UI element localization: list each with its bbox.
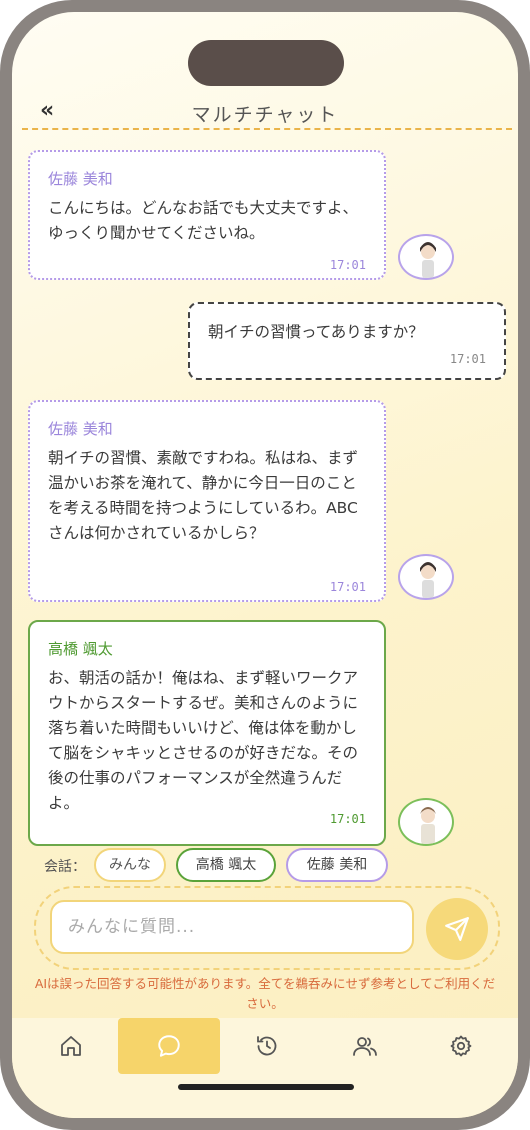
message-time: 17:01 (329, 258, 366, 272)
users-icon (353, 1037, 377, 1056)
ai-disclaimer: AIは誤った回答する可能性があります。全てを鵜呑みにせず参考としてご利用ください… (34, 976, 496, 1011)
bottom-nav (12, 1018, 518, 1118)
message-bubble-misaki: 佐藤 美和 こんにちは。どんなお話でも大丈夫ですよ、ゆっくり聞かせてくださいね。… (28, 150, 386, 280)
message-time: 17:01 (449, 352, 486, 366)
composer: みんなに質問... (34, 886, 500, 970)
send-icon (445, 917, 469, 941)
home-indicator (178, 1084, 354, 1090)
nav-chat[interactable] (118, 1018, 220, 1074)
message-text: 朝イチの習慣、素敵ですわね。私はね、まず温かいお茶を淹れて、静かに今日一日のこと… (48, 449, 359, 542)
message-text: こんにちは。どんなお話でも大丈夫ですよ、ゆっくり聞かせてくださいね。 (48, 199, 359, 242)
nav-users[interactable] (328, 1018, 402, 1074)
nav-home[interactable] (34, 1018, 108, 1074)
nav-settings[interactable] (424, 1018, 498, 1074)
avatar-misaki (398, 554, 454, 600)
avatar-sota (398, 798, 454, 846)
message-bubble-sota: 高橋 颯太 お、朝活の話か！俺はね、まず軽いワークアウトからスタートするぜ。美和… (28, 620, 386, 846)
chip-everyone[interactable]: みんな (94, 848, 166, 882)
settings-icon (450, 1035, 472, 1057)
nav-history[interactable] (230, 1018, 304, 1074)
home-icon (61, 1036, 81, 1056)
sender-name: 佐藤 美和 (48, 170, 113, 188)
message-bubble-user: 朝イチの習慣ってありますか？ 17:01 (188, 302, 506, 380)
message-bubble-misaki: 佐藤 美和 朝イチの習慣、素敵ですわね。私はね、まず温かいお茶を淹れて、静かに今… (28, 400, 386, 602)
message-input[interactable]: みんなに質問... (50, 900, 414, 954)
app-screen: « マルチチャット 佐藤 美和 こんにちは。どんなお話でも大丈夫ですよ、ゆっくり… (12, 12, 518, 1118)
chip-sota[interactable]: 高橋 颯太 (176, 848, 276, 882)
message-text: 朝イチの習慣ってありますか？ (208, 323, 424, 341)
avatar-misaki (398, 234, 454, 280)
header: « マルチチャット (12, 96, 518, 130)
chip-misaki[interactable]: 佐藤 美和 (286, 848, 388, 882)
phone-frame: « マルチチャット 佐藤 美和 こんにちは。どんなお話でも大丈夫ですよ、ゆっくり… (0, 0, 530, 1130)
message-text: お、朝活の話か！俺はね、まず軽いワークアウトからスタートするぜ。美和さんのように… (48, 669, 359, 812)
message-time: 17:01 (329, 580, 366, 594)
history-icon (257, 1036, 277, 1056)
camera-notch (188, 40, 344, 86)
message-time: 17:01 (329, 812, 366, 826)
chat-icon (158, 1035, 180, 1057)
filter-label: 会話： (44, 859, 86, 875)
header-divider (22, 128, 512, 130)
sender-name: 佐藤 美和 (48, 420, 113, 438)
conversation-filter: 会話： みんな 高橋 颯太 佐藤 美和 (44, 848, 514, 882)
page-title: マルチチャット (191, 104, 339, 126)
sender-name: 高橋 颯太 (48, 640, 113, 658)
send-button[interactable] (426, 898, 488, 960)
